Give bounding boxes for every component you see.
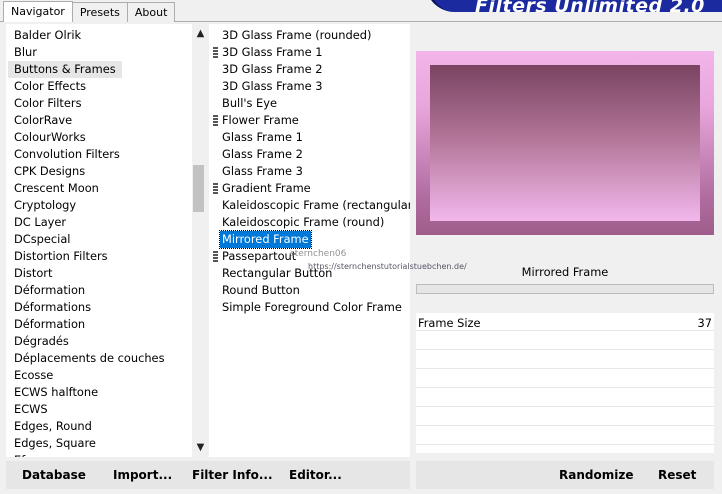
filter-item[interactable]: Glass Frame 1 <box>220 129 305 146</box>
tab-presets[interactable]: Presets <box>71 2 128 22</box>
parameter-row <box>416 389 714 407</box>
parameter-value[interactable]: 37 <box>698 316 713 330</box>
filter-info-button[interactable]: Filter Info... <box>192 468 273 482</box>
filter-marker-icon <box>213 251 218 262</box>
category-item[interactable]: Déformations <box>8 299 97 316</box>
filter-item[interactable]: Mirrored Frame <box>219 230 312 249</box>
filter-item[interactable]: Kaleidoscopic Frame (rectangular) <box>220 197 410 214</box>
parameter-panel: Frame Size 37 <box>416 313 714 453</box>
filter-item[interactable]: 3D Glass Frame (rounded) <box>220 27 373 44</box>
app-banner: Filters Unlimited 2.0 <box>425 0 722 12</box>
filter-marker-icon <box>213 115 218 126</box>
category-item[interactable]: Color Effects <box>8 78 92 95</box>
preview-inner-area <box>430 65 700 221</box>
parameter-row <box>416 370 714 388</box>
category-item[interactable]: Déplacements de couches <box>8 350 171 367</box>
scroll-up-icon[interactable]: ▲ <box>192 25 204 42</box>
category-item[interactable]: Buttons & Frames <box>8 61 122 78</box>
watermark-url: https://sternchenstutorialstuebchen.de/ <box>308 262 467 271</box>
parameter-row <box>416 427 714 445</box>
category-item[interactable]: Dégradés <box>8 333 75 350</box>
tab-bar: Navigator Presets About <box>3 1 176 22</box>
filter-item[interactable]: 3D Glass Frame 2 <box>220 61 324 78</box>
progress-bar <box>416 284 714 294</box>
category-item[interactable]: Edges, Round <box>8 418 98 435</box>
category-item[interactable]: DC Layer <box>8 214 72 231</box>
filter-item[interactable]: Passepartout <box>220 248 298 265</box>
category-item[interactable]: Cryptology <box>8 197 82 214</box>
banner-title: Filters Unlimited 2.0 <box>475 0 705 12</box>
category-scrollbar[interactable]: ▲ ▼ <box>192 24 204 457</box>
filter-item[interactable]: Simple Foreground Color Frame <box>220 299 404 316</box>
parameter-row: Frame Size 37 <box>416 313 714 331</box>
filter-item[interactable]: Kaleidoscopic Frame (round) <box>220 214 386 231</box>
import-button[interactable]: Import... <box>113 468 172 482</box>
category-item[interactable]: Blur <box>8 44 43 61</box>
category-item[interactable]: Crescent Moon <box>8 180 105 197</box>
category-item[interactable]: Distortion Filters <box>8 248 114 265</box>
filter-item[interactable]: Bull's Eye <box>220 95 279 112</box>
filter-item[interactable]: Glass Frame 2 <box>220 146 305 163</box>
filter-item[interactable]: 3D Glass Frame 1 <box>220 44 324 61</box>
scroll-down-icon[interactable]: ▼ <box>192 439 204 456</box>
preview-image <box>416 51 714 235</box>
parameter-row <box>416 408 714 426</box>
parameter-row <box>416 332 714 350</box>
category-item[interactable]: Déformation <box>8 316 91 333</box>
category-item[interactable]: Ecosse <box>8 367 59 384</box>
filter-item[interactable]: Gradient Frame <box>220 180 313 197</box>
category-item[interactable]: Distort <box>8 265 58 282</box>
category-item[interactable]: Balder Olrik <box>8 27 87 44</box>
category-item[interactable]: ColorRave <box>8 112 78 129</box>
filter-item[interactable]: 3D Glass Frame 3 <box>220 78 324 95</box>
category-item[interactable]: CPK Designs <box>8 163 91 180</box>
category-item[interactable]: Edges, Square <box>8 435 102 452</box>
right-button-bar: Randomize Reset <box>416 461 714 489</box>
filter-marker-icon <box>213 47 218 58</box>
category-item[interactable]: Déformation <box>8 282 91 299</box>
randomize-button[interactable]: Randomize <box>559 468 633 482</box>
category-item[interactable]: Convolution Filters <box>8 146 126 163</box>
filter-item[interactable]: Flower Frame <box>220 112 301 129</box>
filter-marker-icon <box>213 183 218 194</box>
category-item[interactable]: ECWS <box>8 401 54 418</box>
tab-about[interactable]: About <box>126 2 176 22</box>
left-button-bar: Database Import... Filter Info... Editor… <box>6 461 410 489</box>
editor-button[interactable]: Editor... <box>289 468 342 482</box>
category-item[interactable]: Ef... <box>8 452 41 458</box>
category-item[interactable]: ECWS halftone <box>8 384 104 401</box>
database-button[interactable]: Database <box>22 468 86 482</box>
tab-navigator[interactable]: Navigator <box>3 1 73 22</box>
filter-list[interactable]: 3D Glass Frame (rounded) 3D Glass Frame 1… <box>209 24 410 457</box>
category-item[interactable]: Color Filters <box>8 95 88 112</box>
category-list[interactable]: Ef...Edges, SquareEdges, RoundECWSECWS h… <box>6 24 204 457</box>
filter-item[interactable]: Round Button <box>220 282 302 299</box>
filter-item[interactable]: Glass Frame 3 <box>220 163 305 180</box>
scroll-thumb[interactable] <box>193 165 204 212</box>
parameter-label: Frame Size <box>418 316 481 330</box>
category-item[interactable]: ColourWorks <box>8 129 92 146</box>
parameter-row <box>416 351 714 369</box>
category-item[interactable]: DCspecial <box>8 231 76 248</box>
watermark-name: sternchen06 <box>290 249 347 259</box>
reset-button[interactable]: Reset <box>658 468 696 482</box>
